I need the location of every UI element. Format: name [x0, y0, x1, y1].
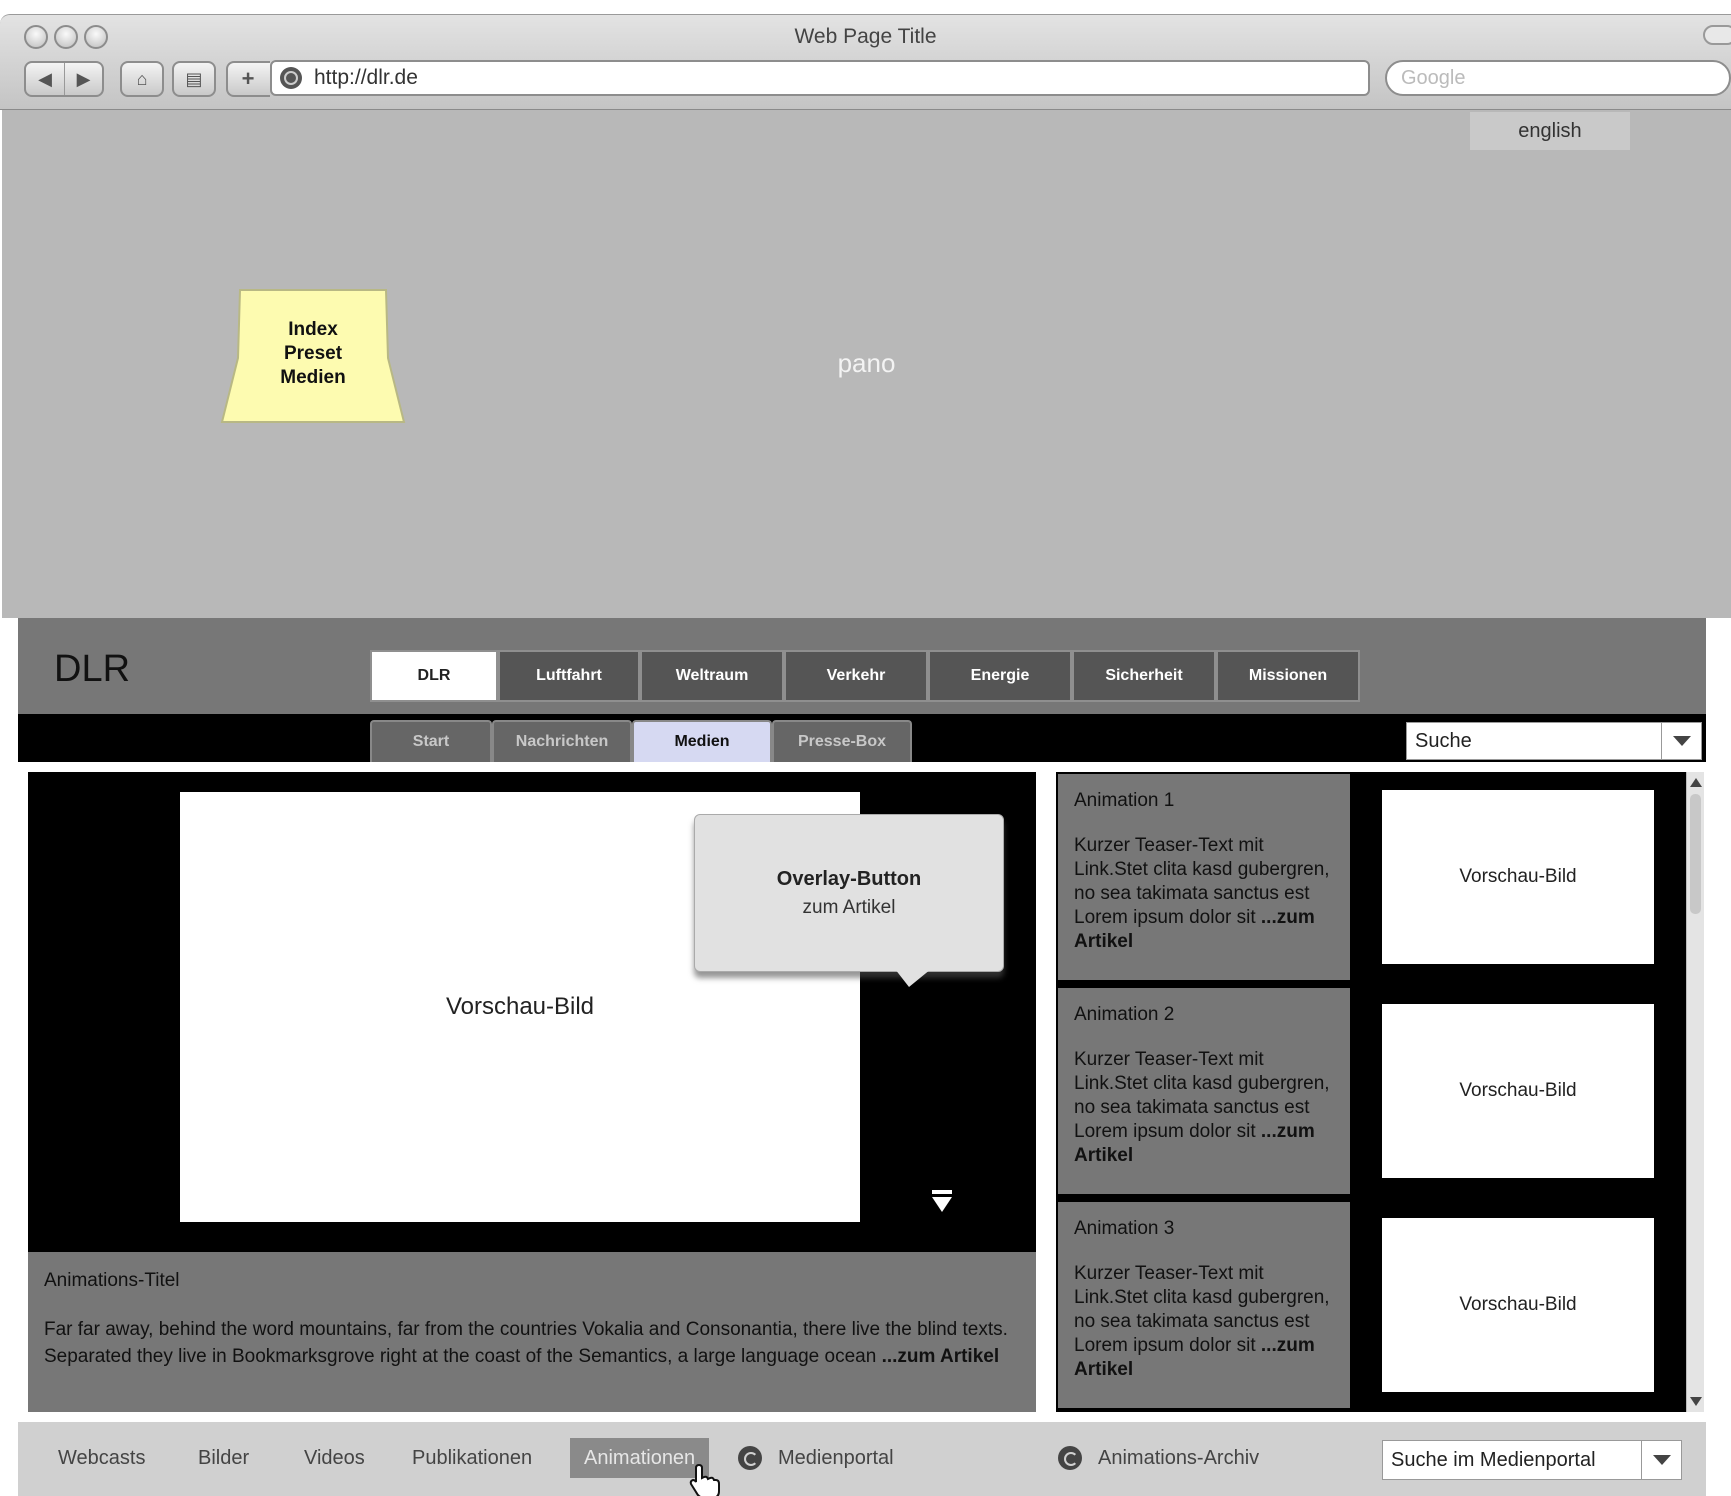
media-nav-publikationen[interactable]: Publikationen [412, 1438, 532, 1478]
sub-navigation: Start Nachrichten Medien Presse-Box [370, 720, 912, 762]
forward-button[interactable]: ▶ [64, 63, 102, 95]
medienportal-search-dropdown-button[interactable] [1641, 1441, 1681, 1479]
header-pano-area: english pano Index Preset Medien [2, 110, 1731, 618]
media-navigation: Webcasts Bilder Videos Publikationen Ani… [18, 1422, 1706, 1496]
home-button[interactable]: ⌂ [120, 61, 164, 97]
globe-icon [280, 67, 302, 89]
site-search-value: Suche [1415, 729, 1472, 752]
expand-down-icon[interactable] [930, 1188, 954, 1216]
browser-search-placeholder: Google [1401, 66, 1466, 89]
animation-info: Animation 2 Kurzer Teaser-Text mit Link.… [1058, 988, 1350, 1194]
subtab-medien[interactable]: Medien [632, 720, 772, 762]
media-nav-bilder[interactable]: Bilder [198, 1438, 249, 1478]
toolbar-toggle-button[interactable] [1703, 25, 1731, 45]
list-item[interactable]: Animation 2 Kurzer Teaser-Text mit Link.… [1056, 986, 1686, 1194]
list-item[interactable]: Animation 3 Kurzer Teaser-Text mit Link.… [1056, 1200, 1686, 1408]
subtab-nachrichten[interactable]: Nachrichten [492, 720, 632, 762]
caption-text: Far far away, behind the word mountains,… [44, 1319, 1008, 1367]
overlay-button[interactable]: Overlay-Button zum Artikel [694, 814, 1004, 987]
animation-teaser: Kurzer Teaser-Text mit Link.Stet clita k… [1074, 1262, 1334, 1382]
caption-body: Far far away, behind the word mountains,… [44, 1316, 1020, 1370]
sticky-note-text: Index Preset Medien [220, 318, 406, 390]
overlay-button-title: Overlay-Button [776, 867, 922, 890]
animation-title: Animation 2 [1074, 1004, 1175, 1025]
caption-title: Animations-Titel [44, 1270, 180, 1291]
animation-info: Animation 1 Kurzer Teaser-Text mit Link.… [1058, 774, 1350, 980]
site-search-dropdown-button[interactable] [1661, 723, 1701, 759]
main-navigation: DLR Luftfahrt Weltraum Verkehr Energie S… [370, 650, 1360, 702]
arrow-right-icon: ▶ [76, 68, 91, 89]
medienportal-link[interactable]: Medienportal [738, 1438, 894, 1478]
sticky-line-1: Index [288, 319, 338, 340]
list-item[interactable]: Animation 1 Kurzer Teaser-Text mit Link.… [1056, 772, 1686, 980]
animation-list-scrollbar[interactable] [1686, 772, 1704, 1412]
medienportal-label: Medienportal [778, 1446, 894, 1469]
animation-title: Animation 1 [1074, 790, 1175, 811]
animations-archiv-label: Animations-Archiv [1098, 1446, 1260, 1469]
add-bookmark-button[interactable]: + [226, 61, 270, 97]
site-search-select[interactable]: Suche [1406, 722, 1702, 760]
chevron-down-icon [1672, 736, 1691, 746]
tab-verkehr[interactable]: Verkehr [784, 650, 928, 702]
site-header: DLR DLR Luftfahrt Weltraum Verkehr Energ… [18, 618, 1706, 714]
arrow-left-icon: ◀ [38, 68, 52, 89]
animation-preview-image[interactable]: Vorschau-Bild [1382, 790, 1654, 964]
dlr-logo[interactable]: DLR [54, 648, 130, 691]
subtab-presse-box[interactable]: Presse-Box [772, 720, 912, 762]
back-forward-group: ◀ ▶ [24, 61, 104, 97]
media-nav-videos[interactable]: Videos [304, 1438, 365, 1478]
chevron-down-icon [1652, 1455, 1671, 1465]
back-button[interactable]: ◀ [26, 63, 64, 95]
caption-article-link[interactable]: ...zum Artikel [882, 1346, 1000, 1367]
tab-sicherheit[interactable]: Sicherheit [1072, 650, 1216, 702]
home-icon: ⌂ [136, 68, 148, 89]
circle-arrow-icon [1058, 1446, 1082, 1470]
sticky-line-2: Preset [283, 343, 343, 364]
animation-list: Animation 1 Kurzer Teaser-Text mit Link.… [1056, 772, 1686, 1412]
scroll-thumb[interactable] [1690, 794, 1701, 914]
hand-cursor-icon [689, 1464, 720, 1496]
animation-info: Animation 3 Kurzer Teaser-Text mit Link.… [1058, 1202, 1350, 1408]
overlay-button-subtitle: zum Artikel [802, 896, 896, 918]
animation-preview-image[interactable]: Vorschau-Bild [1382, 1218, 1654, 1392]
animation-player: Vorschau-Bild Overlay-Button zum Artikel [28, 772, 1036, 1252]
browser-window: Web Page Title ◀ ▶ ⌂ ▤ + http://dlr.de G… [0, 0, 1731, 1496]
tab-luftfahrt[interactable]: Luftfahrt [498, 650, 640, 702]
sticky-line-3: Medien [280, 367, 346, 388]
tab-dlr[interactable]: DLR [370, 650, 498, 702]
browser-search-field[interactable]: Google [1385, 60, 1731, 96]
subtab-start[interactable]: Start [370, 720, 492, 762]
circle-arrow-icon [738, 1446, 762, 1470]
medienportal-search-value: Suche im Medienportal [1391, 1448, 1596, 1471]
overlay-tail [895, 969, 931, 987]
tab-weltraum[interactable]: Weltraum [640, 650, 784, 702]
tab-energie[interactable]: Energie [928, 650, 1072, 702]
animations-archiv-link[interactable]: Animations-Archiv [1058, 1438, 1259, 1478]
sub-navigation-bar: Start Nachrichten Medien Presse-Box Such… [18, 714, 1706, 762]
animation-caption: Animations-Titel Far far away, behind th… [28, 1252, 1036, 1412]
print-icon: ▤ [185, 68, 203, 89]
page-content: english pano Index Preset Medien DLR DLR… [2, 110, 1731, 1496]
print-button[interactable]: ▤ [172, 61, 216, 97]
address-bar[interactable]: http://dlr.de [270, 60, 1370, 96]
plus-icon: + [241, 66, 255, 91]
tab-missionen[interactable]: Missionen [1216, 650, 1360, 702]
media-nav-webcasts[interactable]: Webcasts [58, 1438, 145, 1478]
sticky-note: Index Preset Medien [220, 288, 406, 426]
language-button[interactable]: english [1470, 112, 1630, 150]
animation-preview-image[interactable]: Vorschau-Bild [1382, 1004, 1654, 1178]
scroll-down-arrow-icon[interactable] [1690, 1397, 1702, 1406]
medienportal-search-select[interactable]: Suche im Medienportal [1382, 1440, 1682, 1480]
url-text: http://dlr.de [314, 66, 418, 89]
animation-title: Animation 3 [1074, 1218, 1175, 1239]
animation-teaser: Kurzer Teaser-Text mit Link.Stet clita k… [1074, 834, 1334, 954]
window-title: Web Page Title [794, 25, 937, 48]
scroll-up-arrow-icon[interactable] [1690, 778, 1702, 787]
animation-teaser: Kurzer Teaser-Text mit Link.Stet clita k… [1074, 1048, 1334, 1168]
